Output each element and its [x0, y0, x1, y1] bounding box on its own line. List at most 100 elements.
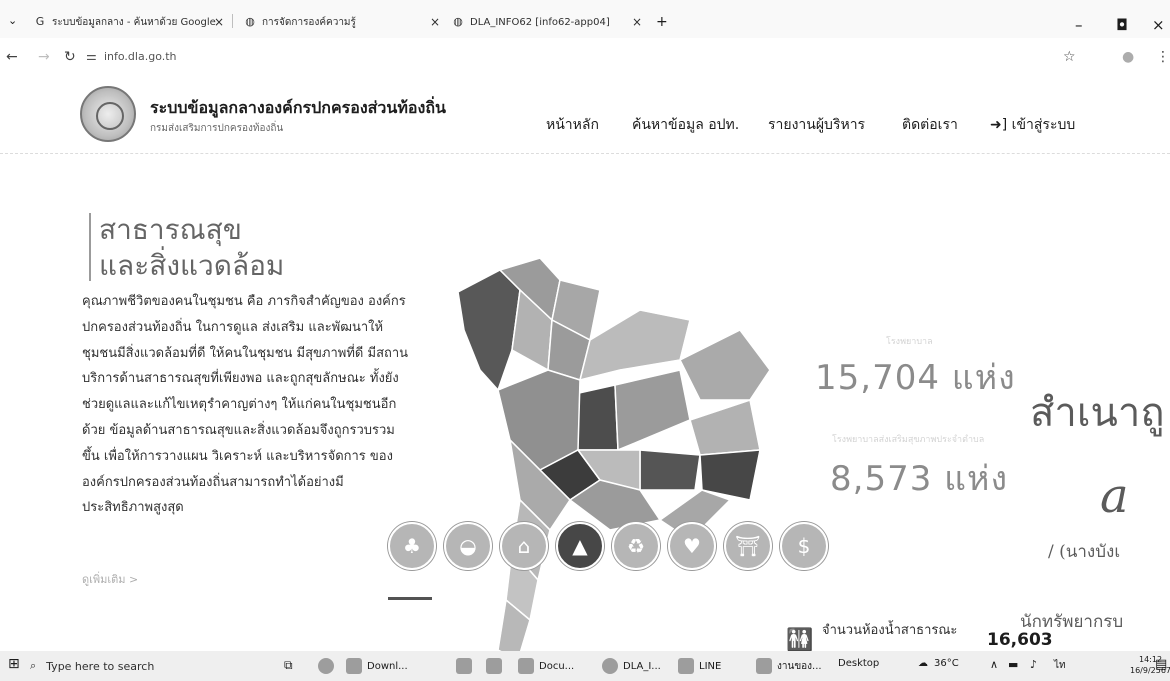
- back-icon[interactable]: ←: [6, 49, 18, 65]
- house-icon[interactable]: ⌂: [500, 522, 548, 570]
- nav-search-lao[interactable]: ค้นหาข้อมูล อปท.: [632, 114, 739, 136]
- nav-home[interactable]: หน้าหลัก: [546, 114, 599, 136]
- volume-icon[interactable]: ♪: [1030, 658, 1037, 671]
- category-icon-row: ♣ ◒ ⌂ ▲ ♻ ♥ ⛩ $: [388, 522, 828, 570]
- tab-list-chevron-icon[interactable]: ⌄: [8, 14, 17, 27]
- taskbar-item-label: Downl...: [367, 660, 408, 672]
- heart-icon[interactable]: ♥: [668, 522, 716, 570]
- address-bar: ← → ↻ ⚌ info.dla.go.th ☆ ● ⋮: [0, 38, 1170, 74]
- taskbar-desktop[interactable]: Desktop: [838, 658, 879, 669]
- handwritten-signature: a: [1100, 468, 1129, 524]
- google-icon: G: [35, 15, 45, 28]
- login-icon: ➜]: [990, 117, 1008, 133]
- thailand-map[interactable]: [440, 250, 790, 660]
- map-region-northeast-1: [578, 309, 691, 382]
- map-region-northeast-2: [678, 329, 771, 401]
- taskbar-line-chat[interactable]: งานของ...: [756, 658, 822, 674]
- close-tab-icon[interactable]: ×: [214, 15, 224, 29]
- taskbar-downloads[interactable]: Downl...: [346, 658, 408, 674]
- line-icon: [756, 658, 772, 674]
- map-region-northeast-4: [689, 399, 761, 456]
- stamp-line-1: สำเนาถู: [1030, 390, 1165, 436]
- network-icon[interactable]: ▬: [1008, 658, 1018, 671]
- stamp-line-2: / (นางบังเ: [1048, 542, 1121, 562]
- taskbar: ⊞ ⌕ Type here to search ⧉ Downl... Docu.…: [0, 651, 1170, 681]
- close-tab-icon[interactable]: ×: [632, 15, 642, 29]
- browser-menu-icon[interactable]: ⋮: [1156, 49, 1170, 65]
- download-icon: [346, 658, 362, 674]
- map-region-northeast-3: [614, 369, 691, 452]
- weather-widget[interactable]: ☁ 36°C: [918, 658, 959, 669]
- word-icon: [518, 658, 534, 674]
- taskbar-item-label: LINE: [699, 660, 722, 672]
- active-category-underline: [388, 597, 432, 600]
- maximize-icon[interactable]: ◘: [1116, 16, 1128, 34]
- store-taskbar-icon[interactable]: [486, 658, 507, 674]
- windows-start-icon[interactable]: ⊞: [8, 656, 20, 672]
- stat-health-center-value: 8,573 แห่ง: [830, 459, 1009, 499]
- site-subtitle: กรมส่งเสริมการปกครองท้องถิ่น: [150, 123, 284, 134]
- forward-icon[interactable]: →: [38, 49, 50, 65]
- bookmark-star-icon[interactable]: ☆: [1063, 49, 1076, 65]
- tab-title: ระบบข้อมูลกลาง - ค้นหาด้วย Google: [52, 16, 216, 28]
- url-field[interactable]: info.dla.go.th: [104, 50, 177, 63]
- read-more-link[interactable]: ดูเพิ่มเติม >: [82, 570, 138, 588]
- chrome-icon: [602, 658, 618, 674]
- map-region-north-west: [457, 269, 521, 392]
- taskbar-line[interactable]: LINE: [678, 658, 721, 674]
- weather-icon: ☁: [918, 658, 928, 669]
- line-icon: [678, 658, 694, 674]
- toilet-count-label: จำนวนห้องน้ำสาธารณะ: [822, 623, 958, 638]
- section-heading: สาธารณสุข และสิ่งแวดล้อม: [99, 212, 284, 284]
- site-info-icon[interactable]: ⚌: [86, 49, 97, 63]
- nav-login-label: เข้าสู่ระบบ: [1011, 117, 1076, 133]
- chrome-taskbar-icon[interactable]: [318, 658, 339, 674]
- nav-login[interactable]: ➜] เข้าสู่ระบบ: [990, 114, 1075, 136]
- heading-accent-bar: [89, 213, 91, 281]
- task-view-icon[interactable]: ⧉: [284, 658, 293, 673]
- tab-title: DLA_INFO62 [info62-app04]: [470, 16, 610, 28]
- toilet-icon: 🚻: [786, 628, 814, 653]
- stat-hospital-value: 15,704 แห่ง: [815, 358, 1016, 398]
- search-icon: ⌕: [30, 659, 37, 672]
- tray-chevron-icon[interactable]: ∧: [990, 658, 998, 671]
- taskbar-word-doc[interactable]: Docu...: [518, 658, 574, 674]
- close-tab-icon[interactable]: ×: [430, 15, 440, 29]
- section-description: คุณภาพชีวิตของคนในชุมชน คือ ภารกิจสำคัญข…: [82, 294, 409, 516]
- taskbar-search-placeholder: Type here to search: [46, 659, 155, 673]
- browser-tab-google[interactable]: G ระบบข้อมูลกลาง - ค้นหาด้วย Google ×: [34, 10, 224, 34]
- tree-icon[interactable]: ♣: [388, 522, 436, 570]
- browser-tab-dla-info[interactable]: ◍ DLA_INFO62 [info62-app04] ×: [452, 10, 642, 34]
- dla-logo[interactable]: [80, 86, 136, 142]
- temple-icon[interactable]: ⛩: [724, 522, 772, 570]
- tab-title: การจัดการองค์ความรู้: [262, 16, 356, 28]
- reload-icon[interactable]: ↻: [64, 49, 76, 65]
- stat-hospital-label: โรงพยาบาล: [886, 337, 933, 347]
- site-header: ระบบข้อมูลกลางองค์กรปกครองส่วนท้องถิ่น ก…: [0, 74, 1170, 154]
- close-window-icon[interactable]: ×: [1152, 16, 1165, 34]
- profile-icon[interactable]: ●: [1122, 49, 1134, 65]
- taskbar-item-label: งานของ...: [777, 660, 822, 672]
- calculator-taskbar-icon[interactable]: [456, 658, 477, 674]
- notification-icon[interactable]: ▤: [1155, 657, 1167, 672]
- recycle-icon[interactable]: ♻: [612, 522, 660, 570]
- browser-tab-knowledge[interactable]: ◍ การจัดการองค์ความรู้ ×: [244, 10, 440, 34]
- nav-executive-report[interactable]: รายงานผู้บริหาร: [768, 114, 865, 136]
- new-tab-button[interactable]: +: [656, 14, 668, 30]
- hat-icon[interactable]: ◒: [444, 522, 492, 570]
- road-icon[interactable]: ▲: [556, 522, 604, 570]
- minimize-icon[interactable]: –: [1075, 16, 1083, 34]
- money-icon[interactable]: $: [780, 522, 828, 570]
- taskbar-item-label: Docu...: [539, 660, 575, 672]
- nav-contact[interactable]: ติดต่อเรา: [902, 114, 958, 136]
- taskbar-chrome-dla[interactable]: DLA_I...: [602, 658, 661, 674]
- taskbar-item-label: DLA_I...: [623, 660, 661, 672]
- taskbar-search[interactable]: ⌕ Type here to search: [30, 655, 200, 677]
- temperature-label: 36°C: [934, 658, 959, 669]
- browser-tab-strip: ⌄ G ระบบข้อมูลกลาง - ค้นหาด้วย Google × …: [0, 0, 1170, 38]
- input-language-icon[interactable]: ไท: [1054, 658, 1066, 673]
- site-title: ระบบข้อมูลกลางองค์กรปกครองส่วนท้องถิ่น: [150, 98, 446, 117]
- heading-line-2: และสิ่งแวดล้อม: [99, 249, 285, 282]
- globe-icon: ◍: [245, 15, 255, 28]
- tab-separator: [232, 14, 233, 28]
